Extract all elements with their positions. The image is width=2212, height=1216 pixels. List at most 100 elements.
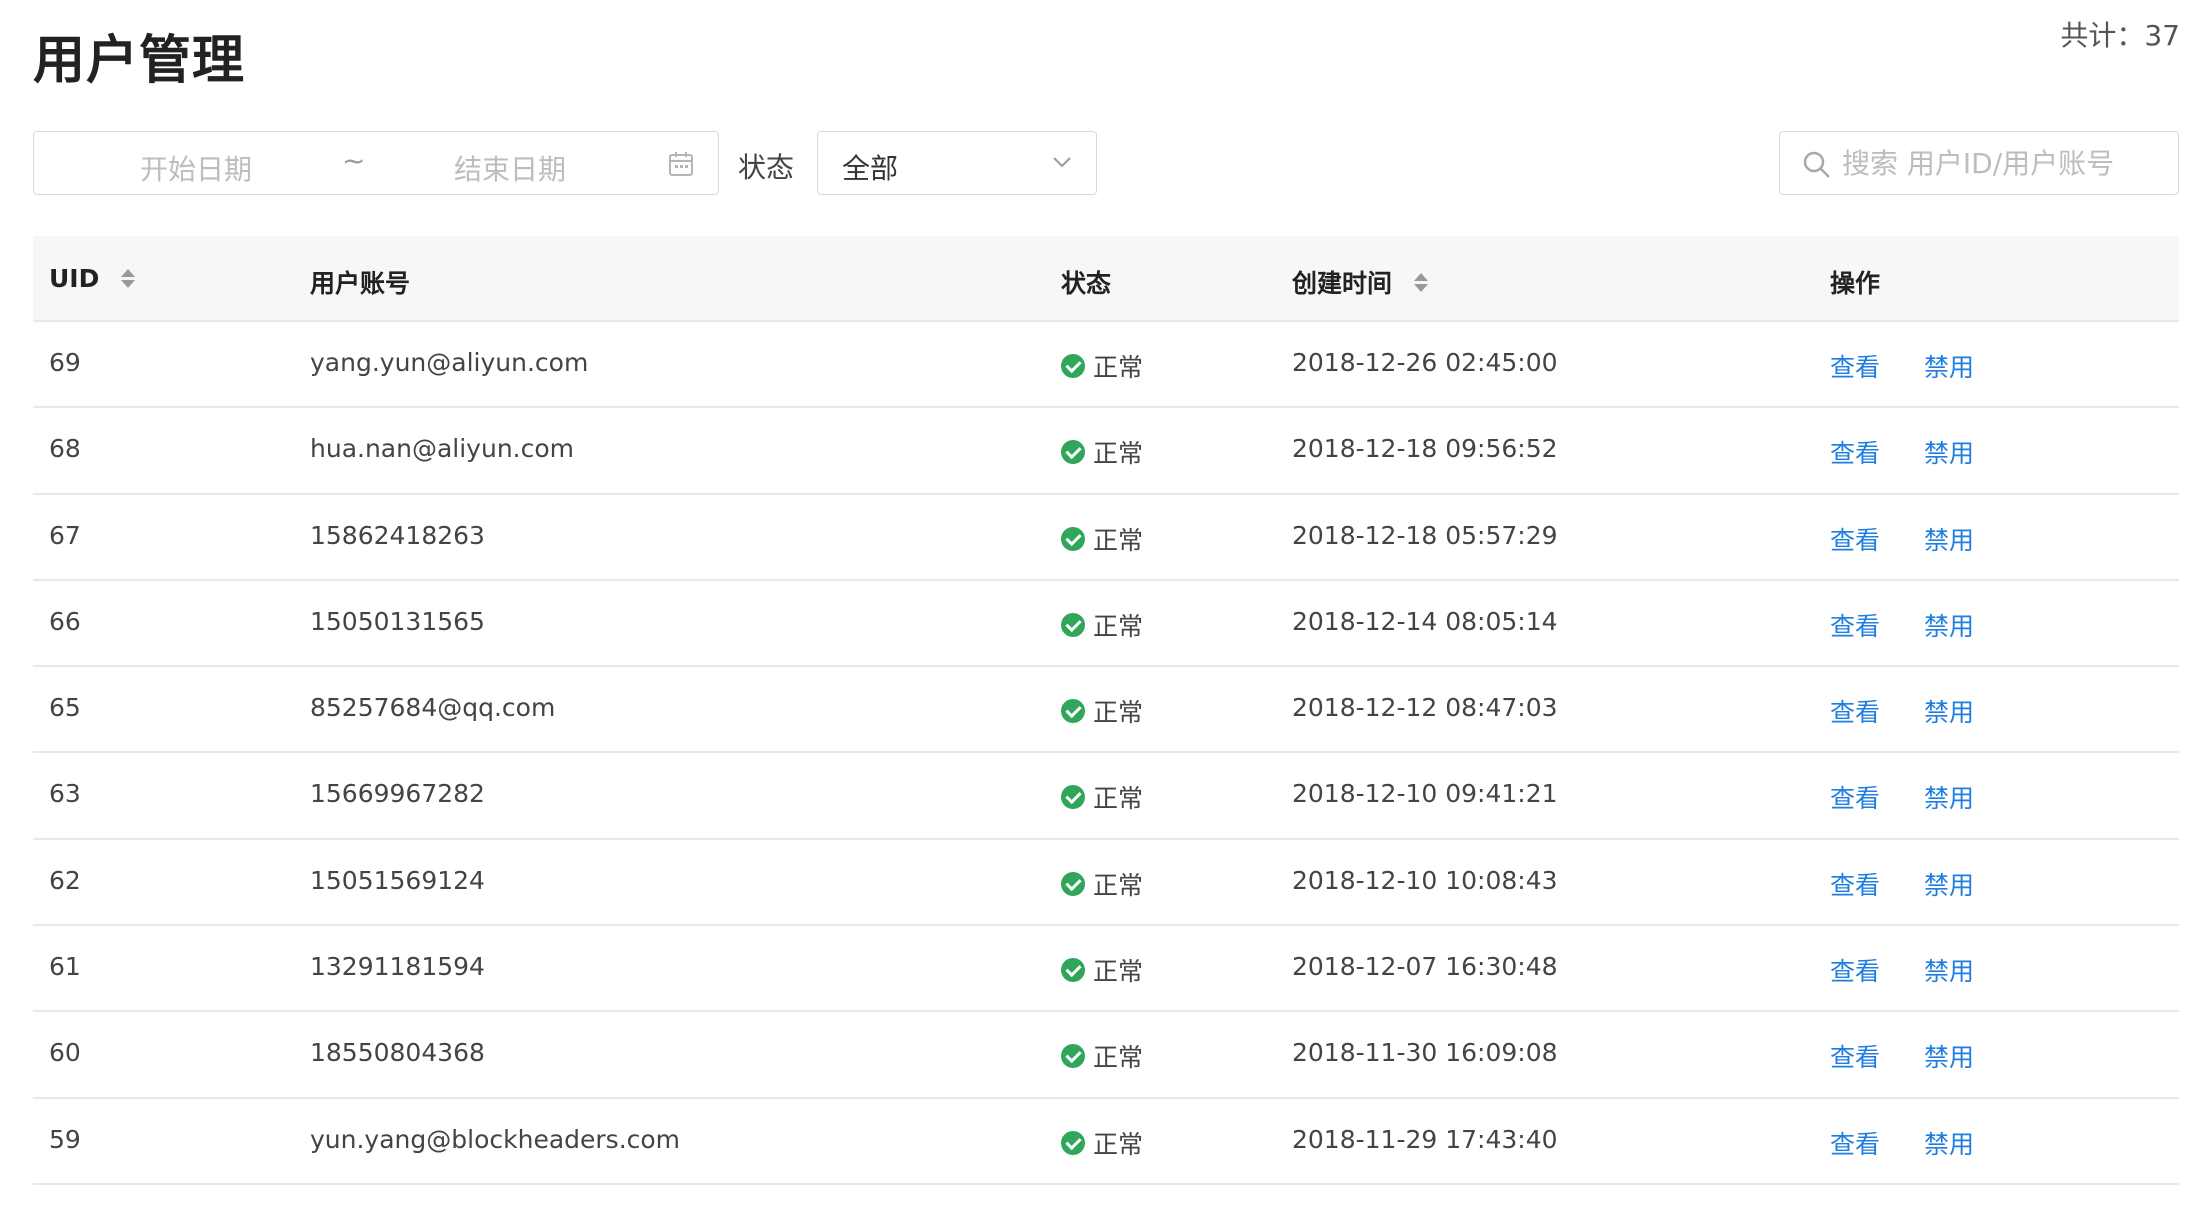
cell-uid: 63 bbox=[49, 779, 81, 809]
start-date-field[interactable]: 开始日期 bbox=[140, 148, 252, 188]
table-row: 67 15862418263 正常 2018-12-18 05:57:29 查看… bbox=[33, 495, 2179, 581]
column-label-account: 用户账号 bbox=[310, 269, 411, 298]
table-row: 61 13291181594 正常 2018-12-07 16:30:48 查看… bbox=[33, 926, 2179, 1013]
column-label-actions: 操作 bbox=[1830, 269, 1881, 298]
column-header-account: 用户账号 bbox=[310, 264, 410, 300]
date-separator: ~ bbox=[342, 144, 366, 177]
disable-link[interactable]: 禁用 bbox=[1924, 1125, 1974, 1161]
status-select[interactable]: 全部 bbox=[817, 131, 1097, 195]
cell-uid: 69 bbox=[49, 348, 81, 377]
status-text: 正常 bbox=[1093, 525, 1144, 555]
sort-icon[interactable] bbox=[121, 269, 136, 288]
table-body: 69 yang.yun@aliyun.com 正常 2018-12-26 02:… bbox=[33, 322, 2179, 1185]
cell-status: 正常 bbox=[1061, 1038, 1143, 1074]
table-header: UID 用户账号 状态 创建时间 操作 bbox=[33, 236, 2179, 322]
check-circle-icon bbox=[1061, 1044, 1085, 1069]
table-row: 68 hua.nan@aliyun.com 正常 2018-12-18 09:5… bbox=[33, 408, 2179, 495]
table-row: 66 15050131565 正常 2018-12-14 08:05:14 查看… bbox=[33, 581, 2179, 668]
view-link[interactable]: 查看 bbox=[1830, 693, 1880, 729]
disable-link[interactable]: 禁用 bbox=[1924, 607, 1974, 643]
view-link[interactable]: 查看 bbox=[1830, 348, 1880, 384]
cell-status: 正常 bbox=[1061, 434, 1143, 470]
disable-link[interactable]: 禁用 bbox=[1924, 348, 1974, 384]
status-text: 正常 bbox=[1093, 611, 1144, 641]
end-date-field[interactable]: 结束日期 bbox=[454, 148, 566, 188]
cell-created: 2018-12-07 16:30:48 bbox=[1292, 952, 1558, 982]
status-text: 正常 bbox=[1093, 1043, 1144, 1073]
column-label-created: 创建时间 bbox=[1292, 269, 1393, 298]
status-text: 正常 bbox=[1093, 353, 1144, 382]
search-box[interactable] bbox=[1779, 131, 2179, 195]
column-header-created[interactable]: 创建时间 bbox=[1292, 264, 1429, 300]
column-header-uid[interactable]: UID bbox=[49, 264, 136, 293]
column-label-uid: UID bbox=[49, 264, 100, 293]
check-circle-icon bbox=[1061, 785, 1085, 810]
view-link[interactable]: 查看 bbox=[1830, 521, 1880, 557]
cell-status: 正常 bbox=[1061, 866, 1143, 902]
check-circle-icon bbox=[1061, 526, 1085, 551]
check-circle-icon bbox=[1061, 958, 1085, 983]
status-text: 正常 bbox=[1093, 698, 1144, 728]
calendar-icon bbox=[669, 152, 693, 176]
search-icon bbox=[1803, 151, 1830, 178]
disable-link[interactable]: 禁用 bbox=[1924, 866, 1974, 902]
cell-status: 正常 bbox=[1061, 1125, 1143, 1161]
cell-account: 15051569124 bbox=[310, 865, 485, 895]
cell-uid: 60 bbox=[49, 1038, 81, 1068]
disable-link[interactable]: 禁用 bbox=[1924, 521, 1974, 557]
check-circle-icon bbox=[1061, 699, 1085, 724]
cell-account: yang.yun@aliyun.com bbox=[310, 348, 589, 377]
status-text: 正常 bbox=[1093, 1129, 1144, 1159]
cell-uid: 68 bbox=[49, 434, 81, 464]
table-row: 60 18550804368 正常 2018-11-30 16:09:08 查看… bbox=[33, 1012, 2179, 1099]
cell-account: 15669967282 bbox=[310, 779, 485, 809]
cell-uid: 67 bbox=[49, 520, 81, 550]
cell-created: 2018-12-14 08:05:14 bbox=[1292, 606, 1558, 636]
table-row: 59 yun.yang@blockheaders.com 正常 2018-11-… bbox=[33, 1099, 2179, 1185]
cell-status: 正常 bbox=[1061, 779, 1143, 815]
cell-created: 2018-12-10 10:08:43 bbox=[1292, 865, 1558, 895]
cell-status: 正常 bbox=[1061, 693, 1143, 729]
check-circle-icon bbox=[1061, 612, 1085, 637]
table-row: 65 85257684@qq.com 正常 2018-12-12 08:47:0… bbox=[33, 667, 2179, 754]
view-link[interactable]: 查看 bbox=[1830, 866, 1880, 902]
date-range-picker[interactable]: 开始日期 ~ 结束日期 bbox=[33, 131, 719, 195]
cell-account: hua.nan@aliyun.com bbox=[310, 434, 575, 464]
view-link[interactable]: 查看 bbox=[1830, 434, 1880, 470]
total-count: 共计：37 bbox=[2060, 19, 2180, 52]
page-title: 用户管理 bbox=[33, 31, 246, 91]
view-link[interactable]: 查看 bbox=[1830, 1125, 1880, 1161]
view-link[interactable]: 查看 bbox=[1830, 779, 1880, 815]
cell-created: 2018-12-10 09:41:21 bbox=[1292, 779, 1558, 809]
table-row: 63 15669967282 正常 2018-12-10 09:41:21 查看… bbox=[33, 753, 2179, 840]
cell-uid: 65 bbox=[49, 693, 81, 723]
cell-uid: 66 bbox=[49, 606, 81, 636]
cell-status: 正常 bbox=[1061, 348, 1143, 384]
cell-account: 13291181594 bbox=[310, 952, 485, 982]
status-filter-label: 状态 bbox=[738, 151, 795, 184]
cell-uid: 61 bbox=[49, 952, 81, 982]
cell-account: 18550804368 bbox=[310, 1038, 485, 1068]
cell-created: 2018-12-18 05:57:29 bbox=[1292, 520, 1558, 550]
view-link[interactable]: 查看 bbox=[1830, 607, 1880, 643]
view-link[interactable]: 查看 bbox=[1830, 952, 1880, 988]
disable-link[interactable]: 禁用 bbox=[1924, 952, 1974, 988]
check-circle-icon bbox=[1061, 440, 1085, 465]
status-text: 正常 bbox=[1093, 870, 1144, 900]
cell-account: 15050131565 bbox=[310, 606, 485, 636]
disable-link[interactable]: 禁用 bbox=[1924, 779, 1974, 815]
disable-link[interactable]: 禁用 bbox=[1924, 434, 1974, 470]
cell-created: 2018-12-18 09:56:52 bbox=[1292, 434, 1558, 464]
user-management-page: 用户管理 共计：37 开始日期 ~ 结束日期 状态 全部 搜索 用户ID/用户账… bbox=[0, 0, 2212, 1216]
cell-created: 2018-11-30 16:09:08 bbox=[1292, 1038, 1558, 1068]
check-circle-icon bbox=[1061, 1130, 1085, 1155]
cell-created: 2018-12-26 02:45:00 bbox=[1292, 348, 1558, 377]
status-select-value: 全部 bbox=[842, 152, 899, 185]
disable-link[interactable]: 禁用 bbox=[1924, 1038, 1974, 1074]
disable-link[interactable]: 禁用 bbox=[1924, 693, 1974, 729]
sort-icon[interactable] bbox=[1414, 272, 1429, 292]
search-input[interactable] bbox=[1842, 142, 2162, 184]
cell-created: 2018-11-29 17:43:40 bbox=[1292, 1124, 1558, 1154]
view-link[interactable]: 查看 bbox=[1830, 1038, 1880, 1074]
status-text: 正常 bbox=[1093, 784, 1144, 814]
